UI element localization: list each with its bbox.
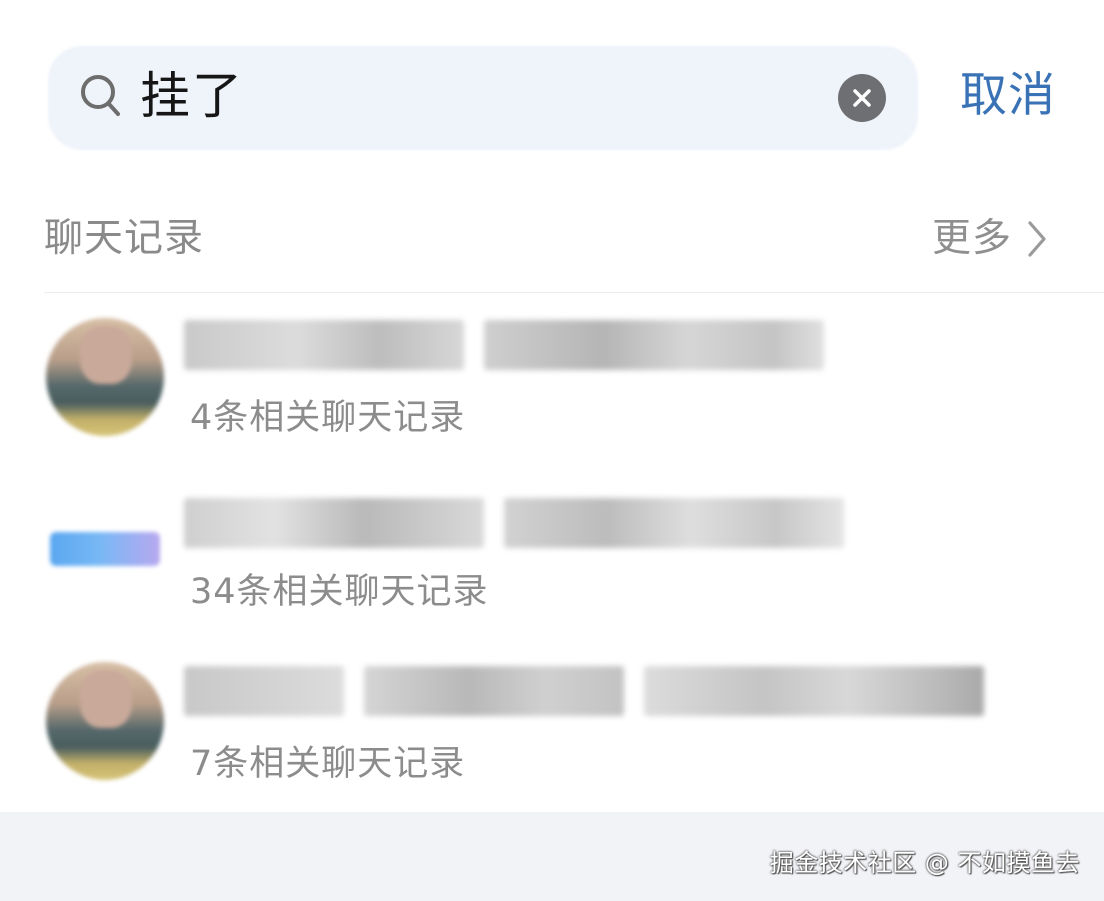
avatar [46,490,164,608]
search-input[interactable]: 挂了 [140,66,244,126]
clear-search-button[interactable] [838,74,886,122]
chat-result-row[interactable]: 7条相关聊天记录 [0,650,1104,810]
cancel-button[interactable]: 取消 [960,66,1056,126]
close-icon [853,89,871,107]
match-count: 34条相关聊天记录 [190,572,489,612]
logo-stripe [50,532,160,566]
avatar [46,662,164,780]
chevron-right-icon [1028,221,1046,257]
chat-name-redacted [184,312,824,378]
section-title-chat-history: 聊天记录 [44,216,205,261]
match-count: 4条相关聊天记录 [190,398,466,438]
redaction-block [644,666,984,716]
more-label: 更多 [932,216,1013,261]
chat-name-redacted [184,490,844,556]
match-count: 7条相关聊天记录 [190,744,466,784]
redaction-block [484,320,824,370]
avatar [46,318,164,436]
redaction-block [184,320,464,370]
more-link[interactable]: 更多 [932,214,1048,264]
redaction-block [364,666,624,716]
section-divider [44,292,1104,293]
redaction-block [184,666,344,716]
chat-result-row[interactable]: 34条相关聊天记录 [0,480,1104,640]
chat-result-row[interactable]: 4条相关聊天记录 [0,300,1104,460]
redaction-block [504,498,844,548]
search-icon [81,75,120,116]
chat-name-redacted [184,658,984,724]
search-results-screen: 挂了 取消 聊天记录 更多 4条相关聊天记录 34条相关聊天记录 7条相关聊天记… [0,0,1104,901]
redaction-block [184,498,484,548]
watermark: 掘金技术社区 @ 不如摸鱼去 [769,849,1080,877]
